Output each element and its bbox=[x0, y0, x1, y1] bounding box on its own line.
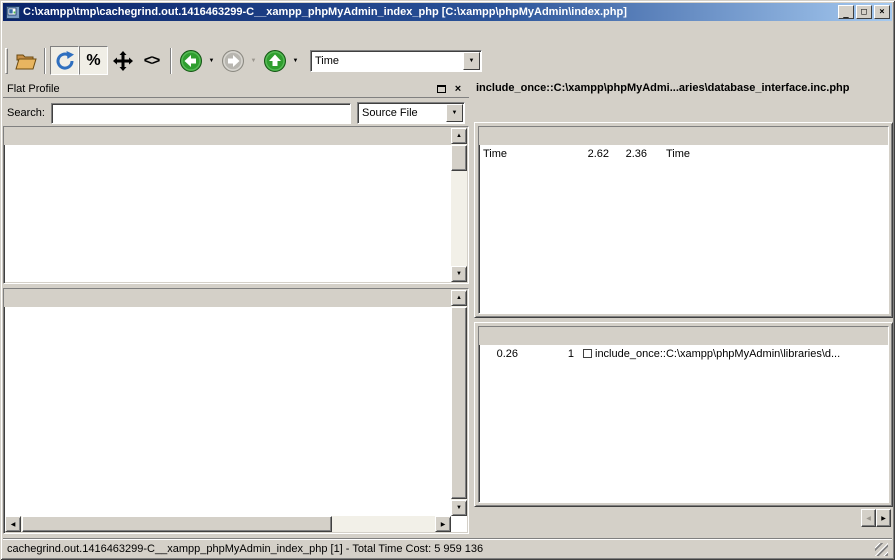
function-color-swatch bbox=[583, 349, 592, 358]
scrollbar-thumb[interactable] bbox=[22, 516, 332, 532]
back-button[interactable] bbox=[176, 46, 205, 75]
expand-areas-button[interactable] bbox=[108, 46, 137, 75]
toolbar-handle[interactable] bbox=[5, 48, 8, 74]
function-list-hscrollbar[interactable]: ◀ ▶ bbox=[5, 516, 451, 532]
short-cell: Time bbox=[651, 148, 705, 160]
status-text: cachegrind.out.1416463299-C__xampp_phpMy… bbox=[7, 543, 875, 555]
reload-icon bbox=[54, 50, 76, 72]
chevron-down-icon[interactable]: ▼ bbox=[446, 104, 463, 122]
flat-profile-dock: Flat Profile × Search: Source File ▼ ▲ ▼ bbox=[3, 80, 469, 536]
types-table: Time 2.62 2.36 Time bbox=[478, 126, 889, 314]
count-cell: 1 bbox=[523, 348, 579, 360]
menu-bar bbox=[3, 21, 892, 43]
back-dropdown-icon[interactable]: ▼ bbox=[205, 46, 218, 75]
event-type-cell: Time bbox=[479, 148, 567, 160]
scroll-down-icon[interactable]: ▼ bbox=[451, 500, 467, 516]
reload-button[interactable] bbox=[50, 46, 79, 75]
incl-cell: 2.62 bbox=[567, 148, 613, 160]
scroll-up-icon[interactable]: ▲ bbox=[451, 128, 467, 144]
dock-header[interactable]: Flat Profile × bbox=[3, 80, 469, 98]
toolbar-separator bbox=[44, 48, 46, 74]
dock-title: Flat Profile bbox=[7, 83, 431, 95]
window-title: C:\xampp\tmp\cachegrind.out.1416463299-C… bbox=[23, 6, 834, 18]
back-icon bbox=[179, 49, 203, 73]
percent-icon: % bbox=[86, 52, 100, 70]
types-table-header bbox=[479, 127, 888, 145]
scrollbar-thumb[interactable] bbox=[451, 145, 467, 171]
source-file-list-header bbox=[4, 127, 468, 145]
event-type-selector-value: Time bbox=[311, 55, 463, 67]
scroll-down-icon[interactable]: ▼ bbox=[451, 266, 467, 282]
move-icon bbox=[112, 50, 134, 72]
app-window: C:\xampp\tmp\cachegrind.out.1416463299-C… bbox=[0, 0, 895, 560]
open-file-button[interactable] bbox=[11, 46, 40, 75]
close-dock-icon[interactable]: × bbox=[451, 82, 465, 95]
minimize-button-icon[interactable]: _ bbox=[838, 5, 854, 19]
detail-panel: include_once::C:\xampp\phpMyAdmi...aries… bbox=[474, 80, 893, 536]
callees-table: 0.26 1 include_once::C:\xampp\phpMyAdmin… bbox=[478, 326, 889, 503]
float-dock-icon[interactable] bbox=[434, 82, 448, 95]
search-input[interactable] bbox=[51, 103, 351, 124]
close-button-icon[interactable]: × bbox=[874, 5, 890, 19]
scroll-up-icon[interactable]: ▲ bbox=[451, 290, 467, 306]
open-folder-icon bbox=[15, 51, 37, 71]
function-list: ▲ ▼ ◀ ▶ bbox=[3, 288, 469, 534]
forward-icon bbox=[221, 49, 245, 73]
function-rows bbox=[5, 308, 451, 516]
toolbar-separator bbox=[170, 48, 172, 74]
callee-cell: include_once::C:\xampp\phpMyAdmin\librar… bbox=[595, 348, 840, 360]
up-button[interactable] bbox=[260, 46, 289, 75]
forward-button[interactable] bbox=[218, 46, 247, 75]
scroll-left-icon[interactable]: ◀ bbox=[5, 516, 21, 532]
scroll-right-icon[interactable]: ▶ bbox=[435, 516, 451, 532]
maximize-button-icon[interactable]: □ bbox=[856, 5, 872, 19]
resize-grip-icon[interactable] bbox=[875, 543, 888, 556]
tab-scrollers: ◀ ▶ bbox=[861, 509, 891, 527]
event-type-selector[interactable]: Time ▼ bbox=[310, 50, 482, 72]
detail-tab-bar bbox=[476, 101, 891, 123]
forward-dropdown-icon[interactable]: ▼ bbox=[247, 46, 260, 75]
time-cell: 0.26 bbox=[479, 348, 523, 360]
types-row[interactable]: Time 2.62 2.36 Time bbox=[479, 145, 888, 162]
file-list-vscrollbar[interactable]: ▲ ▼ bbox=[451, 128, 467, 282]
callee-row[interactable]: 0.26 1 include_once::C:\xampp\phpMyAdmin… bbox=[479, 345, 888, 362]
search-row: Search: Source File ▼ bbox=[3, 100, 469, 126]
source-file-rows bbox=[5, 146, 451, 282]
source-file-list: ▲ ▼ bbox=[3, 126, 469, 284]
self-cell: 2.36 bbox=[613, 148, 651, 160]
callees-table-header bbox=[479, 327, 888, 345]
selected-item-title: include_once::C:\xampp\phpMyAdmi...aries… bbox=[476, 82, 891, 98]
toolbar: % <> ▼ ▼ bbox=[3, 43, 892, 78]
tab-scroll-right-icon[interactable]: ▶ bbox=[876, 509, 891, 527]
group-selector[interactable]: Source File ▼ bbox=[357, 102, 465, 124]
detail-bottom-tab-bar bbox=[476, 508, 891, 530]
up-icon bbox=[263, 49, 287, 73]
group-selector-value: Source File bbox=[358, 107, 446, 119]
tab-scroll-left-icon[interactable]: ◀ bbox=[861, 509, 876, 527]
percentage-button[interactable]: % bbox=[79, 46, 108, 75]
cycle-detection-button[interactable]: <> bbox=[137, 46, 166, 75]
app-icon bbox=[6, 6, 20, 19]
callees-pane: 0.26 1 include_once::C:\xampp\phpMyAdmin… bbox=[474, 322, 893, 507]
types-pane: Time 2.62 2.36 Time bbox=[474, 122, 893, 318]
chevron-down-icon[interactable]: ▼ bbox=[463, 52, 480, 70]
scrollbar-thumb[interactable] bbox=[451, 307, 467, 499]
title-bar[interactable]: C:\xampp\tmp\cachegrind.out.1416463299-C… bbox=[3, 3, 892, 21]
search-label: Search: bbox=[7, 107, 45, 119]
function-list-header bbox=[4, 289, 468, 307]
cycle-detection-icon: <> bbox=[144, 52, 160, 69]
up-dropdown-icon[interactable]: ▼ bbox=[289, 46, 302, 75]
status-bar: cachegrind.out.1416463299-C__xampp_phpMy… bbox=[3, 538, 892, 557]
function-list-vscrollbar[interactable]: ▲ ▼ bbox=[451, 290, 467, 516]
